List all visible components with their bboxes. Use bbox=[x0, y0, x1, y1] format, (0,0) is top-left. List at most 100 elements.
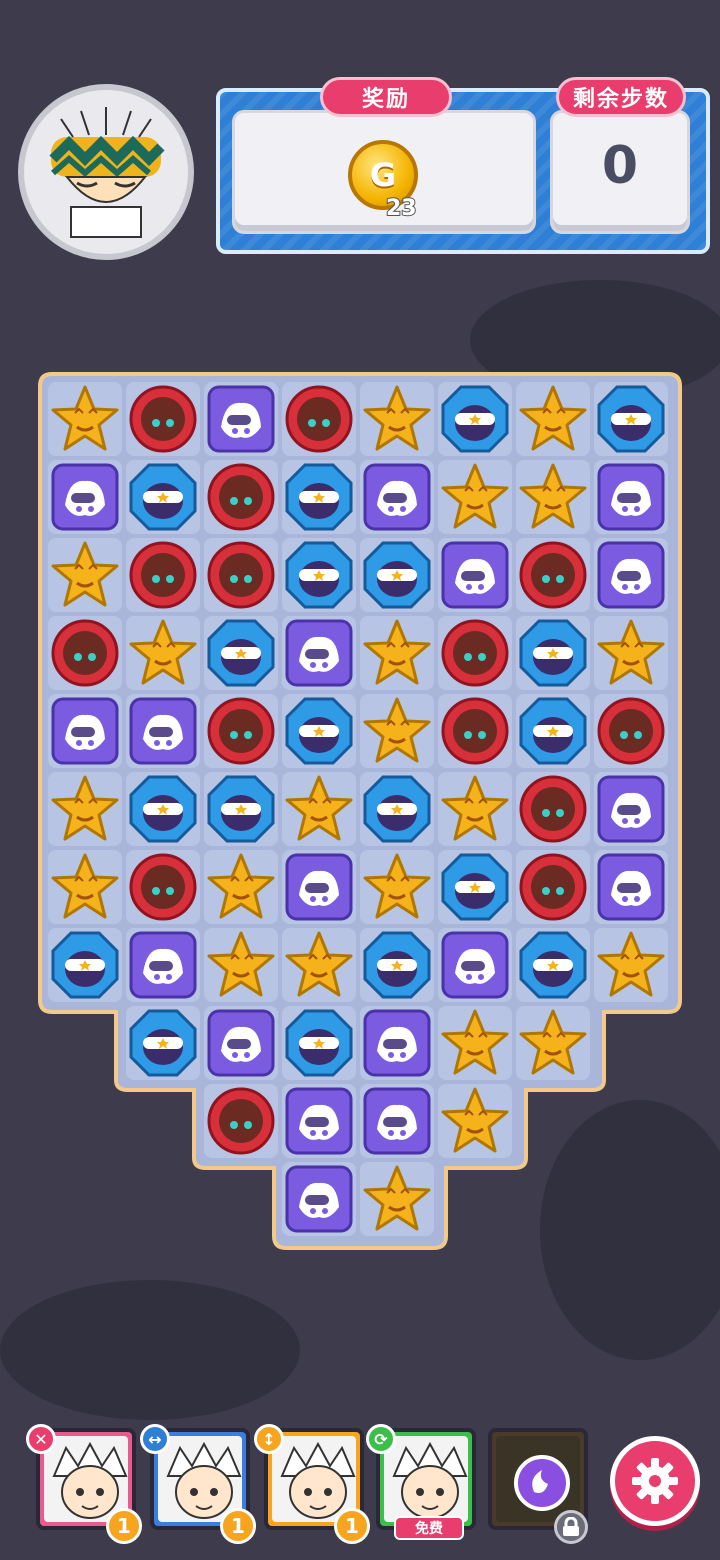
star-piece[interactable] bbox=[282, 772, 356, 846]
red-piece-icon bbox=[597, 697, 665, 765]
purple-piece[interactable] bbox=[594, 850, 668, 924]
red-piece[interactable] bbox=[126, 850, 200, 924]
purple-piece[interactable] bbox=[438, 928, 512, 1002]
star-piece[interactable] bbox=[204, 850, 278, 924]
red-piece[interactable] bbox=[204, 538, 278, 612]
red-piece-icon bbox=[129, 541, 197, 609]
purple-piece-icon bbox=[51, 463, 119, 531]
purple-piece[interactable] bbox=[48, 460, 122, 534]
blue-piece[interactable] bbox=[516, 616, 590, 690]
blue-piece[interactable] bbox=[126, 1006, 200, 1080]
star-piece[interactable] bbox=[360, 616, 434, 690]
purple-piece[interactable] bbox=[594, 538, 668, 612]
red-piece[interactable] bbox=[126, 538, 200, 612]
star-piece[interactable] bbox=[438, 772, 512, 846]
star-piece[interactable] bbox=[516, 460, 590, 534]
red-piece[interactable] bbox=[516, 538, 590, 612]
purple-piece[interactable] bbox=[438, 538, 512, 612]
purple-piece[interactable] bbox=[282, 616, 356, 690]
blue-piece[interactable] bbox=[126, 460, 200, 534]
blue-piece[interactable] bbox=[438, 382, 512, 456]
blue-piece-icon bbox=[363, 775, 431, 843]
star-piece-icon bbox=[597, 619, 665, 685]
blue-piece[interactable] bbox=[48, 928, 122, 1002]
red-piece[interactable] bbox=[282, 382, 356, 456]
purple-piece[interactable] bbox=[360, 1006, 434, 1080]
red-piece[interactable] bbox=[438, 694, 512, 768]
blue-piece[interactable] bbox=[516, 928, 590, 1002]
blue-piece[interactable] bbox=[282, 460, 356, 534]
purple-piece[interactable] bbox=[282, 850, 356, 924]
star-piece[interactable] bbox=[438, 1084, 512, 1158]
star-piece[interactable] bbox=[438, 1006, 512, 1080]
blue-piece[interactable] bbox=[594, 382, 668, 456]
blue-piece-icon bbox=[285, 697, 353, 765]
star-piece[interactable] bbox=[594, 616, 668, 690]
red-piece[interactable] bbox=[204, 460, 278, 534]
blue-piece-icon bbox=[597, 385, 665, 453]
purple-piece[interactable] bbox=[126, 694, 200, 768]
purple-piece[interactable] bbox=[360, 460, 434, 534]
blue-piece[interactable] bbox=[438, 850, 512, 924]
red-piece[interactable] bbox=[126, 382, 200, 456]
booster-count: 1 bbox=[334, 1508, 370, 1544]
purple-piece[interactable] bbox=[594, 772, 668, 846]
blue-piece[interactable] bbox=[204, 616, 278, 690]
star-piece[interactable] bbox=[594, 928, 668, 1002]
purple-piece[interactable] bbox=[48, 694, 122, 768]
star-piece[interactable] bbox=[438, 460, 512, 534]
blue-piece-icon bbox=[363, 541, 431, 609]
star-piece[interactable] bbox=[204, 928, 278, 1002]
purple-piece-icon bbox=[129, 697, 197, 765]
purple-piece[interactable] bbox=[204, 382, 278, 456]
booster-type-icon: ↕ bbox=[254, 1424, 284, 1454]
card-3[interactable]: ↕ 1 bbox=[254, 1424, 370, 1544]
red-piece-icon bbox=[207, 541, 275, 609]
blue-piece[interactable] bbox=[204, 772, 278, 846]
purple-piece[interactable] bbox=[282, 1084, 356, 1158]
card-1[interactable]: ✕ 1 bbox=[26, 1424, 142, 1544]
settings-button[interactable] bbox=[610, 1436, 700, 1526]
purple-piece[interactable] bbox=[594, 460, 668, 534]
star-piece[interactable] bbox=[360, 850, 434, 924]
blue-piece[interactable] bbox=[282, 694, 356, 768]
blue-piece[interactable] bbox=[282, 538, 356, 612]
star-piece-icon bbox=[441, 1009, 509, 1075]
red-piece[interactable] bbox=[438, 616, 512, 690]
star-piece[interactable] bbox=[360, 1162, 434, 1236]
star-piece[interactable] bbox=[48, 538, 122, 612]
red-piece[interactable] bbox=[204, 1084, 278, 1158]
star-piece[interactable] bbox=[360, 694, 434, 768]
red-piece[interactable] bbox=[516, 850, 590, 924]
star-piece[interactable] bbox=[48, 772, 122, 846]
star-piece[interactable] bbox=[48, 382, 122, 456]
purple-piece[interactable] bbox=[204, 1006, 278, 1080]
star-piece[interactable] bbox=[516, 1006, 590, 1080]
purple-piece[interactable] bbox=[360, 1084, 434, 1158]
card-5[interactable] bbox=[488, 1428, 588, 1544]
purple-piece[interactable] bbox=[126, 928, 200, 1002]
star-piece-icon bbox=[363, 697, 431, 763]
red-piece[interactable] bbox=[594, 694, 668, 768]
star-piece[interactable] bbox=[126, 616, 200, 690]
character-portrait-icon bbox=[392, 1441, 468, 1519]
red-piece[interactable] bbox=[516, 772, 590, 846]
blue-piece[interactable] bbox=[126, 772, 200, 846]
card-4[interactable]: ⟳ 免费 bbox=[366, 1424, 476, 1540]
star-piece[interactable] bbox=[48, 850, 122, 924]
purple-piece[interactable] bbox=[282, 1162, 356, 1236]
blue-piece[interactable] bbox=[360, 772, 434, 846]
blue-piece[interactable] bbox=[516, 694, 590, 768]
red-piece-icon bbox=[285, 385, 353, 453]
blue-piece[interactable] bbox=[360, 928, 434, 1002]
card-2[interactable]: ↔ 1 bbox=[140, 1424, 256, 1544]
red-piece-icon bbox=[519, 853, 587, 921]
blue-piece[interactable] bbox=[360, 538, 434, 612]
red-piece[interactable] bbox=[48, 616, 122, 690]
star-piece[interactable] bbox=[516, 382, 590, 456]
booster-count: 1 bbox=[106, 1508, 142, 1544]
red-piece[interactable] bbox=[204, 694, 278, 768]
blue-piece[interactable] bbox=[282, 1006, 356, 1080]
star-piece[interactable] bbox=[282, 928, 356, 1002]
star-piece[interactable] bbox=[360, 382, 434, 456]
